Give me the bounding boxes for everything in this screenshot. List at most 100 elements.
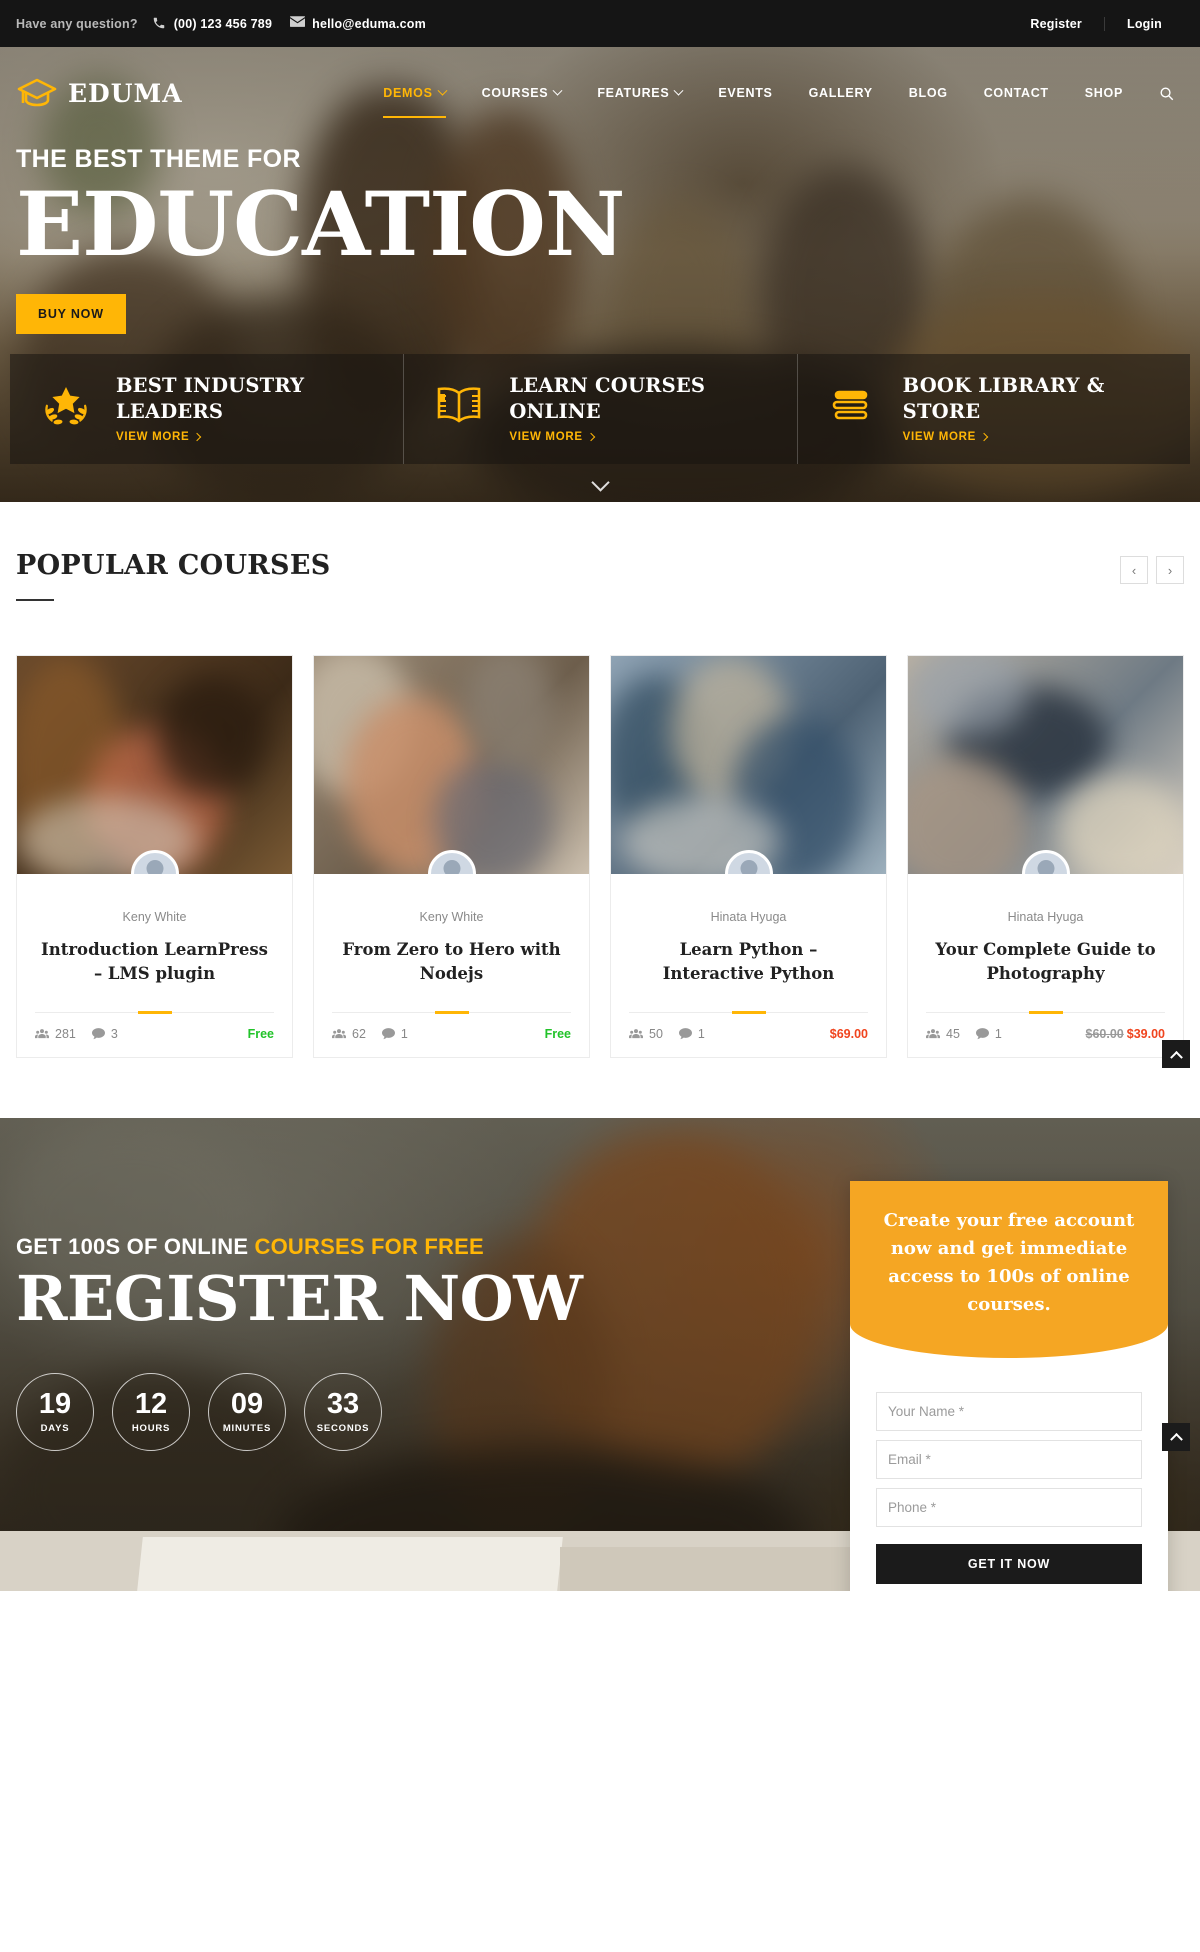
comments-value: 3 <box>110 1026 118 1041</box>
register-form-heading: Create your free account now and get imm… <box>883 1209 1135 1315</box>
chevron-down-icon <box>437 85 448 96</box>
course-author: Hinata Hyuga <box>1007 910 1084 924</box>
chevron-down-icon <box>590 473 610 492</box>
page-title: POPULAR COURSES <box>16 550 331 581</box>
feature-title: BOOK LIBRARY & STORE <box>902 374 1105 423</box>
phone-icon <box>152 16 167 31</box>
course-price: Free <box>247 1026 274 1041</box>
register-section: GET 100S OF ONLINE COURSES FOR FREE REGI… <box>0 1117 1200 1591</box>
get-it-now-button[interactable]: GET IT NOW <box>876 1544 1142 1585</box>
course-price: Free <box>544 1026 571 1041</box>
email-input[interactable] <box>876 1440 1142 1480</box>
nav-item-courses[interactable]: COURSES <box>464 78 580 108</box>
carousel-next-button[interactable]: › <box>1156 556 1184 584</box>
phone-number: (00) 123 456 789 <box>173 16 273 31</box>
phone-input[interactable] <box>876 1488 1142 1528</box>
course-title: Your Complete Guide to Photography <box>935 940 1156 983</box>
course-price: $69.00 <box>829 1026 868 1041</box>
course-thumbnail <box>611 656 886 874</box>
nav-menu: DEMOS COURSES FEATURES EVENTS GALLERY BL… <box>365 78 1184 118</box>
countdown-days: 19 DAYS <box>16 1372 94 1451</box>
email-address: hello@eduma.com <box>312 16 426 31</box>
view-more-label: VIEW MORE <box>116 430 190 443</box>
chevron-right-icon <box>586 432 595 442</box>
feature-view-more-link[interactable]: VIEW MORE <box>509 430 595 443</box>
feature-view-more-link[interactable]: VIEW MORE <box>116 430 202 443</box>
nav-label: DEMOS <box>383 86 433 100</box>
students-icon <box>35 1028 49 1040</box>
register-kicker-plain: GET 100S OF ONLINE <box>16 1233 255 1259</box>
nav-item-contact[interactable]: CONTACT <box>966 78 1067 108</box>
divider <box>629 1011 868 1013</box>
divider <box>332 1011 571 1013</box>
book-stack-icon <box>825 383 881 435</box>
course-thumbnail <box>314 656 589 874</box>
email-contact[interactable]: hello@eduma.com <box>290 16 426 31</box>
nav-label: GALLERY <box>808 86 873 100</box>
envelope-icon <box>290 16 306 31</box>
students-count: 62 <box>332 1027 366 1041</box>
register-form-card: Create your free account now and get imm… <box>850 1180 1168 1591</box>
comments-count: 1 <box>678 1027 705 1041</box>
register-link[interactable]: Register <box>1008 17 1104 31</box>
course-meta: 45 1 $60.00 $39.00 <box>908 1013 1183 1057</box>
title-underline <box>16 599 54 601</box>
feature-best-industry-leaders[interactable]: BEST INDUSTRY LEADERS VIEW MORE <box>10 354 403 464</box>
nav-item-features[interactable]: FEATURES <box>579 78 700 108</box>
login-link[interactable]: Login <box>1105 17 1184 31</box>
hero-feature-bar: BEST INDUSTRY LEADERS VIEW MORE LEARN CO… <box>10 354 1190 464</box>
site-logo[interactable]: EDUMA <box>16 76 183 110</box>
divider <box>35 1011 274 1013</box>
nav-label: BLOG <box>908 86 948 100</box>
search-icon[interactable] <box>1141 78 1184 109</box>
course-price-group: $60.00 $39.00 <box>1086 1027 1165 1041</box>
course-card[interactable]: Hinata Hyuga Your Complete Guide to Phot… <box>907 655 1184 1058</box>
back-to-top-button[interactable] <box>1162 1040 1190 1068</box>
nav-item-events[interactable]: EVENTS <box>700 78 790 108</box>
chevron-down-icon <box>673 85 684 96</box>
students-value: 50 <box>649 1026 663 1041</box>
nav-item-blog[interactable]: BLOG <box>891 78 966 108</box>
name-input[interactable] <box>876 1392 1142 1432</box>
carousel-prev-button[interactable]: ‹ <box>1120 556 1148 584</box>
register-kicker-highlight: COURSES FOR FREE <box>254 1233 484 1259</box>
feature-learn-courses-online[interactable]: LEARN COURSES ONLINE VIEW MORE <box>403 354 796 464</box>
register-form: GET IT NOW <box>850 1358 1168 1585</box>
course-meta: 281 3 Free <box>17 1013 292 1057</box>
nav-label: EVENTS <box>718 86 773 100</box>
back-to-top-button[interactable] <box>1162 1422 1190 1451</box>
feature-book-library-store[interactable]: BOOK LIBRARY & STORE VIEW MORE <box>796 354 1190 464</box>
scroll-down-indicator[interactable] <box>0 473 1200 494</box>
nav-label: COURSES <box>481 86 549 100</box>
countdown-label: DAYS <box>40 1422 70 1434</box>
course-title: Introduction LearnPress – LMS plugin <box>41 940 268 983</box>
nav-item-gallery[interactable]: GALLERY <box>791 78 891 108</box>
buy-now-button[interactable]: BUY NOW <box>16 294 126 334</box>
course-card[interactable]: Hinata Hyuga Learn Python – Interactive … <box>610 655 887 1058</box>
nav-label: FEATURES <box>597 86 670 100</box>
comments-count: 1 <box>975 1026 1002 1041</box>
students-icon <box>629 1028 643 1040</box>
students-value: 62 <box>352 1026 366 1041</box>
countdown-seconds: 33 SECONDS <box>304 1372 382 1451</box>
course-price-old: $60.00 <box>1085 1026 1124 1041</box>
countdown-value: 33 <box>326 1387 360 1420</box>
view-more-label: VIEW MORE <box>509 430 583 443</box>
course-card[interactable]: Keny White From Zero to Hero with Nodejs… <box>313 655 590 1058</box>
comments-value: 1 <box>400 1026 408 1041</box>
comments-value: 1 <box>994 1026 1002 1041</box>
course-card[interactable]: Keny White Introduction LearnPress – LMS… <box>16 655 293 1058</box>
chevron-right-icon <box>979 432 989 442</box>
nav-item-shop[interactable]: SHOP <box>1067 78 1141 108</box>
feature-title: BEST INDUSTRY LEADERS <box>116 374 305 423</box>
laurel-star-icon <box>38 383 94 435</box>
nav-item-demos[interactable]: DEMOS <box>365 78 463 118</box>
section-header: POPULAR COURSES ‹ › <box>16 550 1184 601</box>
countdown-value: 19 <box>38 1387 72 1420</box>
hero-title: EDUCATION <box>16 172 625 276</box>
page-root: Have any question? (00) 123 456 789 hell… <box>0 0 1200 1591</box>
feature-view-more-link[interactable]: VIEW MORE <box>903 431 989 443</box>
phone-contact[interactable]: (00) 123 456 789 <box>152 16 272 31</box>
course-title: Learn Python – Interactive Python <box>662 940 835 983</box>
top-bar-account-links: Register Login <box>1008 16 1184 31</box>
